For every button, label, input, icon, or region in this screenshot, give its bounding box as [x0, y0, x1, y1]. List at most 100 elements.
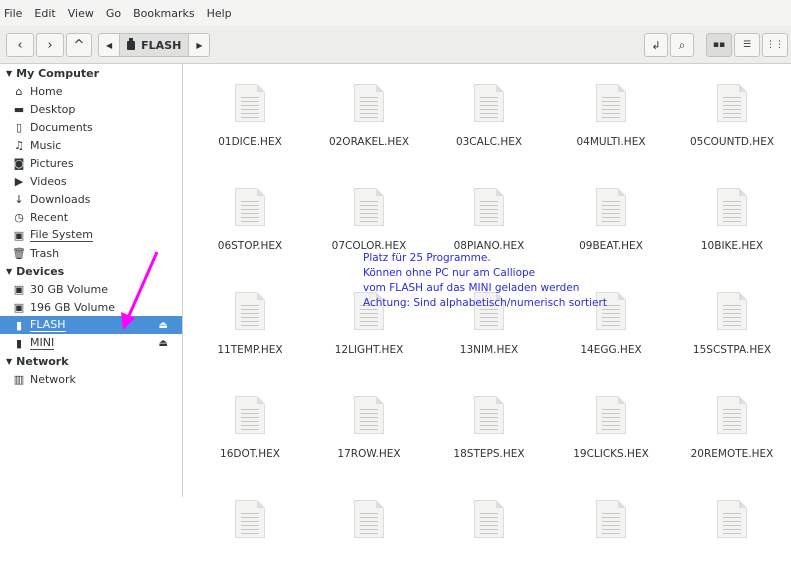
disk-icon: ▣ — [13, 300, 25, 314]
file-name: 17ROW.HEX — [337, 448, 401, 460]
compact-icon: ⋮⋮ — [766, 40, 784, 50]
usb-drive-icon: ▮ — [15, 318, 23, 332]
file-item[interactable]: 18STEPS.HEX — [429, 382, 549, 478]
file-item[interactable]: 10BIKE.HEX — [672, 174, 791, 270]
menu-help[interactable]: Help — [207, 7, 232, 20]
music-icon: ♫ — [14, 138, 24, 152]
sidebar-item-documents[interactable]: ▯ Documents — [0, 118, 182, 136]
sidebar-item-label: MINI — [30, 336, 55, 350]
sidebar-item-downloads[interactable]: ↓ Downloads — [0, 190, 182, 208]
file-item[interactable] — [672, 486, 791, 582]
sidebar-item-label: Desktop — [30, 102, 76, 116]
file-item[interactable]: 20REMOTE.HEX — [672, 382, 791, 478]
sidebar-item-pictures[interactable]: ◙ Pictures — [0, 154, 182, 172]
file-name: 06STOP.HEX — [217, 240, 283, 252]
sidebar-item-label: 30 GB Volume — [30, 282, 108, 296]
file-item[interactable]: 16DOT.HEX — [190, 382, 310, 478]
path-left-arrow[interactable]: ◀ — [98, 33, 121, 57]
file-name: 18STEPS.HEX — [453, 448, 525, 460]
section-network[interactable]: ▼ Network — [0, 352, 182, 370]
file-item[interactable]: 19CLICKS.HEX — [551, 382, 671, 478]
menu-view[interactable]: View — [68, 7, 94, 20]
file-icon — [717, 396, 747, 434]
file-icon — [596, 188, 626, 226]
sidebar-item-videos[interactable]: ▶ Videos — [0, 172, 182, 190]
chevron-up-icon: ^ — [73, 37, 85, 53]
menu-edit[interactable]: Edit — [34, 7, 55, 20]
file-icon — [474, 188, 504, 226]
sidebar-item-network[interactable]: ▥ Network — [0, 370, 182, 388]
section-my-computer[interactable]: ▼ My Computer — [0, 64, 182, 82]
sidebar-item-music[interactable]: ♫ Music — [0, 136, 182, 154]
list-view-button[interactable]: ☰ — [734, 33, 760, 57]
sidebar-item-label: Downloads — [30, 192, 91, 206]
file-item[interactable]: 17ROW.HEX — [309, 382, 429, 478]
file-icon — [474, 500, 504, 538]
usb-drive-icon — [127, 37, 136, 53]
grid-icon: ▪▪ — [712, 40, 726, 50]
sidebar-item-label: Pictures — [30, 156, 74, 170]
toggle-location-button[interactable]: ↲ — [644, 33, 668, 57]
section-label: Devices — [16, 264, 65, 278]
sidebar-item-file-system[interactable]: ▣ File System — [0, 226, 182, 244]
file-item[interactable] — [309, 486, 429, 582]
file-name: 19CLICKS.HEX — [573, 448, 649, 460]
file-item[interactable]: 03CALC.HEX — [429, 70, 549, 166]
sidebar-item-label: 196 GB Volume — [30, 300, 115, 314]
compact-view-button[interactable]: ⋮⋮ — [762, 33, 788, 57]
expand-arrow-icon: ▼ — [6, 68, 13, 78]
file-name: 01DICE.HEX — [218, 136, 282, 148]
annotation-line: Achtung: Sind alphabetisch/numerisch sor… — [363, 297, 607, 309]
menu-go[interactable]: Go — [106, 7, 121, 20]
folder-icon: ▬ — [13, 102, 25, 116]
file-icon — [354, 84, 384, 122]
file-item[interactable] — [190, 486, 310, 582]
section-label: Network — [16, 354, 69, 368]
clock-icon: ◷ — [14, 210, 24, 224]
file-item[interactable]: 11TEMP.HEX — [190, 278, 310, 374]
chevron-left-icon: ‹ — [17, 37, 23, 53]
sidebar-item-mini[interactable]: ▮ MINI ⏏ — [0, 334, 182, 352]
annotation-note: Platz für 25 Programme. Können ohne PC n… — [363, 251, 607, 311]
file-item[interactable]: 04MULTI.HEX — [551, 70, 671, 166]
menu-file[interactable]: File — [4, 7, 22, 20]
sidebar-item-home[interactable]: ⌂ Home — [0, 82, 182, 100]
icon-view-button[interactable]: ▪▪ — [706, 33, 732, 57]
file-icon — [596, 84, 626, 122]
path-right-arrow[interactable]: ▶ — [188, 33, 211, 57]
video-icon: ▶ — [14, 174, 24, 188]
file-item[interactable]: 01DICE.HEX — [190, 70, 310, 166]
file-name: 14EGG.HEX — [580, 344, 642, 356]
menu-bar: File Edit View Go Bookmarks Help — [0, 0, 791, 26]
sidebar-item-label: File System — [30, 228, 93, 242]
up-button[interactable]: ^ — [66, 33, 92, 57]
file-item[interactable]: 02ORAKEL.HEX — [309, 70, 429, 166]
download-icon: ↓ — [14, 192, 24, 206]
file-item[interactable] — [429, 486, 549, 582]
path-current[interactable]: FLASH — [120, 33, 189, 57]
sidebar-item-desktop[interactable]: ▬ Desktop — [0, 100, 182, 118]
file-icon — [235, 396, 265, 434]
search-button[interactable]: ⌕ — [670, 33, 694, 57]
sidebar-item-label: Recent — [30, 210, 69, 224]
network-icon: ▥ — [13, 372, 25, 386]
back-button[interactable]: ‹ — [6, 33, 34, 57]
file-name: 10BIKE.HEX — [700, 240, 764, 252]
sidebar-item-recent[interactable]: ◷ Recent — [0, 208, 182, 226]
path-bar: ◀ FLASH ▶ — [98, 33, 211, 57]
file-item[interactable]: 06STOP.HEX — [190, 174, 310, 270]
eject-icon[interactable]: ⏏ — [159, 338, 168, 349]
annotation-line: Können ohne PC nur am Calliope — [363, 267, 536, 279]
file-icon — [474, 84, 504, 122]
file-item[interactable]: 05COUNTD.HEX — [672, 70, 791, 166]
section-label: My Computer — [16, 66, 100, 80]
annotation-line: vom FLASH auf das MINI geladen werden — [363, 282, 580, 294]
forward-button[interactable]: › — [36, 33, 64, 57]
file-icon — [717, 292, 747, 330]
file-name: 03CALC.HEX — [455, 136, 523, 148]
file-name: 13NIM.HEX — [459, 344, 519, 356]
file-item[interactable]: 15SCSTPA.HEX — [672, 278, 791, 374]
sidebar-item-label: FLASH — [30, 318, 66, 332]
file-item[interactable] — [551, 486, 671, 582]
menu-bookmarks[interactable]: Bookmarks — [133, 7, 194, 20]
